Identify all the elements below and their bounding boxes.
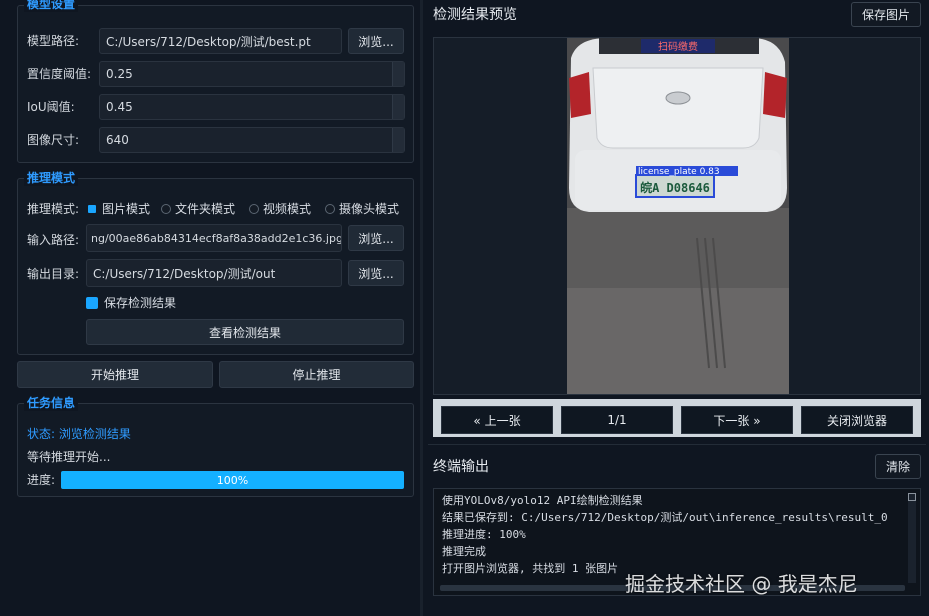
- save-results-label: 保存检测结果: [104, 296, 177, 310]
- radio-checked-indicator: [88, 205, 96, 213]
- scroll-up-icon[interactable]: [908, 493, 916, 501]
- output-browse-button[interactable]: 浏览...: [348, 260, 404, 286]
- image-counter: 1/1: [561, 406, 673, 434]
- input-path-label: 输入路径:: [27, 233, 80, 247]
- image-size-spinbox[interactable]: 640: [99, 127, 405, 153]
- input-browse-button[interactable]: 浏览...: [348, 225, 404, 251]
- radio-unchecked-indicator: [249, 204, 259, 214]
- prev-image-button[interactable]: « 上一张: [441, 406, 553, 434]
- view-results-button[interactable]: 查看检测结果: [86, 319, 404, 345]
- terminal-line: 结果已保存到: C:/Users/712/Desktop/测试/out\infe…: [442, 511, 888, 524]
- progress-bar: 100%: [61, 471, 404, 489]
- preview-title: 检测结果预览: [433, 7, 517, 23]
- start-inference-button[interactable]: 开始推理: [17, 361, 213, 388]
- radio-folder-mode[interactable]: 文件夹模式: [161, 201, 235, 217]
- next-image-button[interactable]: 下一张 »: [681, 406, 793, 434]
- terminal-title: 终端输出: [433, 459, 489, 475]
- terminal-line: 使用YOLOv8/yolo12 API绘制检测结果: [442, 494, 643, 507]
- radio-unchecked-indicator: [161, 204, 171, 214]
- splitter[interactable]: [420, 0, 423, 616]
- section-divider: [428, 444, 926, 445]
- input-path-input[interactable]: ng/00ae86ab84314ecf8af8a38add2e1c36.jpg: [86, 224, 342, 252]
- iou-spin-arrows[interactable]: [392, 95, 404, 119]
- task-waiting-text: 等待推理开始...: [27, 450, 111, 464]
- save-results-checkbox[interactable]: 保存检测结果: [86, 295, 176, 311]
- model-path-label: 模型路径:: [27, 34, 80, 48]
- radio-camera-mode-label: 摄像头模式: [339, 202, 400, 216]
- close-browser-button[interactable]: 关闭浏览器: [801, 406, 913, 434]
- iou-threshold-label: IoU阈值:: [27, 100, 75, 114]
- checkbox-checked-indicator: [86, 297, 98, 309]
- stop-inference-button[interactable]: 停止推理: [219, 361, 414, 388]
- radio-video-mode-label: 视频模式: [263, 202, 312, 216]
- image-size-label: 图像尺寸:: [27, 133, 80, 147]
- conf-threshold-spinbox[interactable]: 0.25: [99, 61, 405, 87]
- radio-image-mode-label: 图片模式: [102, 202, 151, 216]
- conf-spin-arrows[interactable]: [392, 62, 404, 86]
- conf-threshold-label: 置信度阈值:: [27, 67, 92, 81]
- radio-folder-mode-label: 文件夹模式: [175, 202, 236, 216]
- watermark-text: 掘金技术社区 @ 我是杰尼: [625, 572, 858, 596]
- terminal-vertical-scrollbar[interactable]: [908, 493, 916, 583]
- preview-image-frame: 扫码缴费 license_plate 0.83 皖A D08646: [433, 37, 921, 395]
- detection-result-image: 扫码缴费 license_plate 0.83 皖A D08646: [567, 38, 789, 394]
- model-settings-title: 模型设置: [24, 0, 79, 12]
- model-path-input[interactable]: C:/Users/712/Desktop/测试/best.pt: [99, 28, 342, 54]
- save-image-button[interactable]: 保存图片: [851, 2, 921, 27]
- progress-label: 进度:: [27, 473, 56, 487]
- output-dir-input[interactable]: C:/Users/712/Desktop/测试/out: [86, 259, 342, 287]
- mode-label: 推理模式:: [27, 202, 80, 216]
- radio-camera-mode[interactable]: 摄像头模式: [325, 201, 399, 217]
- terminal-line: 推理完成: [442, 545, 486, 558]
- task-info-title: 任务信息: [24, 395, 79, 411]
- window-sign-text: 扫码缴费: [658, 40, 698, 53]
- progress-percent: 100%: [216, 473, 249, 487]
- detection-label: license_plate 0.83: [638, 167, 720, 177]
- iou-threshold-spinbox[interactable]: 0.45: [99, 94, 405, 120]
- task-status-text: 状态: 浏览检测结果: [27, 427, 131, 441]
- model-browse-button[interactable]: 浏览...: [348, 28, 404, 54]
- clear-terminal-button[interactable]: 清除: [875, 454, 921, 479]
- radio-video-mode[interactable]: 视频模式: [249, 201, 311, 217]
- license-plate-text: 皖A D08646: [640, 180, 710, 195]
- output-dir-label: 输出目录:: [27, 267, 80, 281]
- size-spin-arrows[interactable]: [392, 128, 404, 152]
- radio-unchecked-indicator: [325, 204, 335, 214]
- inference-mode-title: 推理模式: [24, 170, 79, 186]
- terminal-line: 推理进度: 100%: [442, 528, 526, 541]
- radio-image-mode[interactable]: 图片模式: [88, 201, 150, 217]
